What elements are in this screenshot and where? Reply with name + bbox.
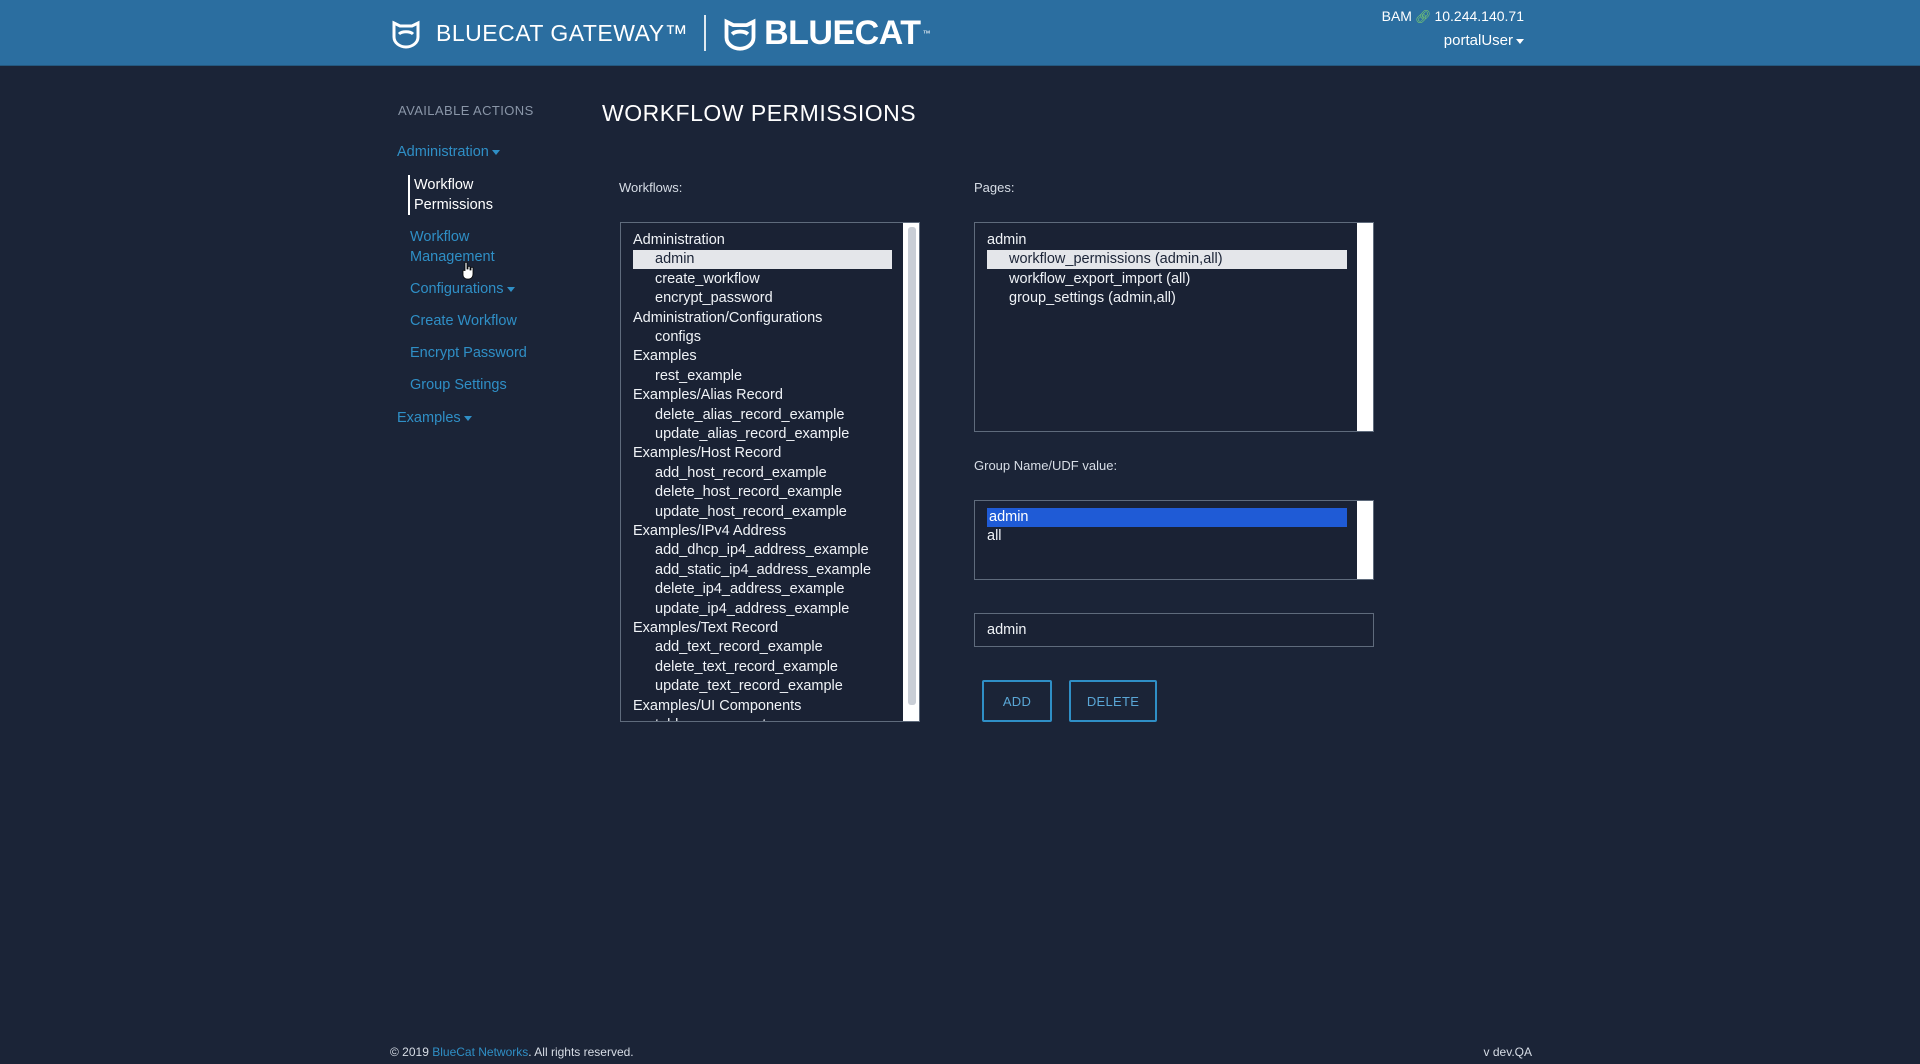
- workflow-option[interactable]: Examples/UI Components: [633, 697, 801, 716]
- add-button[interactable]: ADD: [982, 680, 1052, 722]
- server-label: BAM: [1381, 8, 1412, 24]
- sidebar-item-label: Workflow: [410, 229, 470, 245]
- bluecat-logo-icon: [724, 18, 756, 51]
- workflow-option[interactable]: encrypt_password: [655, 289, 773, 308]
- workflow-option[interactable]: Administration: [633, 231, 725, 250]
- group-name-input[interactable]: admin: [974, 613, 1374, 647]
- pages-listbox[interactable]: admin workflow_permissions (admin,all) wor…: [974, 222, 1374, 432]
- sidebar-item-examples[interactable]: Examples: [397, 408, 472, 428]
- chevron-down-icon: [506, 286, 515, 292]
- bluecat-logo-text: BLUECAT: [764, 13, 921, 52]
- workflows-listbox[interactable]: Administration admin create_workflow encryp…: [620, 222, 920, 722]
- workflow-option[interactable]: add_dhcp_ip4_address_example: [655, 541, 869, 560]
- link-icon: 🔗︎: [1414, 9, 1432, 24]
- workflow-option[interactable]: delete_alias_record_example: [655, 406, 844, 425]
- workflow-option[interactable]: update_host_record_example: [655, 503, 847, 522]
- workflow-option[interactable]: update_text_record_example: [655, 677, 843, 696]
- workflow-option[interactable]: delete_text_record_example: [655, 658, 838, 677]
- sidebar-item-label: Configurations: [410, 281, 504, 297]
- copyright-year: © 2019: [390, 1045, 429, 1059]
- sidebar-item-configurations[interactable]: Configurations: [410, 279, 515, 299]
- workflow-option[interactable]: add_static_ip4_address_example: [655, 561, 871, 580]
- footer-copyright: © 2019 BlueCat Networks. All rights rese…: [390, 1045, 634, 1059]
- pages-label: Pages:: [974, 180, 1015, 195]
- top-header: BLUECAT GATEWAY™ BLUECAT ™ BAM 🔗︎ 10.244.1…: [0, 0, 1920, 66]
- sidebar-item-label: Administration: [397, 144, 489, 160]
- workflow-option[interactable]: Examples/Host Record: [633, 444, 781, 463]
- sidebar-item-create-workflow[interactable]: Create Workflow: [410, 311, 517, 331]
- page-option[interactable]: group_settings (admin,all): [1009, 289, 1176, 308]
- workflows-label: Workflows:: [619, 180, 683, 195]
- workflow-option[interactable]: create_workflow: [655, 270, 760, 289]
- company-link[interactable]: BlueCat Networks: [432, 1045, 528, 1059]
- workflow-option[interactable]: Examples/Text Record: [633, 619, 778, 638]
- sidebar-item-label: Workflow: [414, 177, 474, 193]
- workflows-scrollbar[interactable]: [903, 223, 919, 721]
- chevron-down-icon: [491, 149, 500, 155]
- workflow-option[interactable]: Examples/Alias Record: [633, 386, 783, 405]
- pages-scrollbar[interactable]: [1357, 223, 1373, 431]
- server-ip: 10.244.140.71: [1434, 8, 1524, 24]
- sidebar-item-label: Examples: [397, 410, 461, 426]
- chevron-down-icon: [1516, 38, 1524, 44]
- user-name: portalUser: [1443, 32, 1513, 49]
- workflow-option[interactable]: admin: [633, 250, 892, 270]
- group-name-label: Group Name/UDF value:: [974, 458, 1118, 473]
- mouse-cursor-icon: [462, 262, 474, 280]
- sidebar-item-workflow-permissions[interactable]: Workflow Permissions: [408, 175, 493, 215]
- brand: BLUECAT GATEWAY™ BLUECAT ™: [390, 0, 931, 66]
- workflow-option[interactable]: configs: [655, 328, 701, 347]
- group-option[interactable]: all: [987, 527, 1002, 546]
- sidebar-item-encrypt-password[interactable]: Encrypt Password: [410, 343, 527, 363]
- workflow-option[interactable]: update_ip4_address_example: [655, 600, 849, 619]
- page-option[interactable]: workflow_export_import (all): [1009, 270, 1190, 289]
- sidebar-heading: AVAILABLE ACTIONS: [398, 103, 534, 118]
- sidebar-item-workflow-management[interactable]: Workflow Management: [410, 227, 495, 267]
- delete-button[interactable]: DELETE: [1069, 680, 1157, 722]
- bluecat-cat-icon: [392, 20, 420, 49]
- page-option[interactable]: admin: [987, 231, 1027, 250]
- logo-trademark: ™: [922, 28, 931, 38]
- product-name: BLUECAT GATEWAY™: [436, 19, 689, 46]
- chevron-down-icon: [463, 415, 472, 421]
- workflow-option[interactable]: Examples/IPv4 Address: [633, 522, 786, 541]
- page-option[interactable]: workflow_permissions (admin,all): [987, 250, 1347, 270]
- groups-scrollbar[interactable]: [1357, 501, 1373, 579]
- workflow-option[interactable]: add_host_record_example: [655, 464, 827, 483]
- workflow-option[interactable]: rest_example: [655, 367, 742, 386]
- brand-divider: [704, 15, 707, 51]
- scrollbar-thumb[interactable]: [908, 227, 916, 705]
- group-option[interactable]: admin: [987, 508, 1347, 527]
- workflow-option[interactable]: Examples: [633, 347, 697, 366]
- workflow-option[interactable]: add_text_record_example: [655, 638, 823, 657]
- workflow-option[interactable]: update_alias_record_example: [655, 425, 849, 444]
- sidebar-item-label: Permissions: [414, 197, 493, 213]
- page-title: WORKFLOW PERMISSIONS: [602, 100, 917, 126]
- group-name-listbox[interactable]: admin all: [974, 500, 1374, 580]
- workflow-option[interactable]: Administration/Configurations: [633, 309, 822, 328]
- sidebar-item-group-settings[interactable]: Group Settings: [410, 375, 507, 395]
- user-menu[interactable]: portalUser: [1444, 32, 1524, 49]
- server-connection: BAM 🔗︎ 10.244.140.71: [1382, 8, 1524, 25]
- workflow-option[interactable]: delete_ip4_address_example: [655, 580, 844, 599]
- rights-text: . All rights reserved.: [528, 1045, 634, 1059]
- sidebar-item-administration[interactable]: Administration: [397, 142, 500, 162]
- workflow-option[interactable]: delete_host_record_example: [655, 483, 842, 502]
- version-label: v dev.QA: [1483, 1045, 1532, 1059]
- sidebar-item-label: Management: [410, 249, 495, 265]
- workflow-option[interactable]: table_component: [655, 716, 766, 721]
